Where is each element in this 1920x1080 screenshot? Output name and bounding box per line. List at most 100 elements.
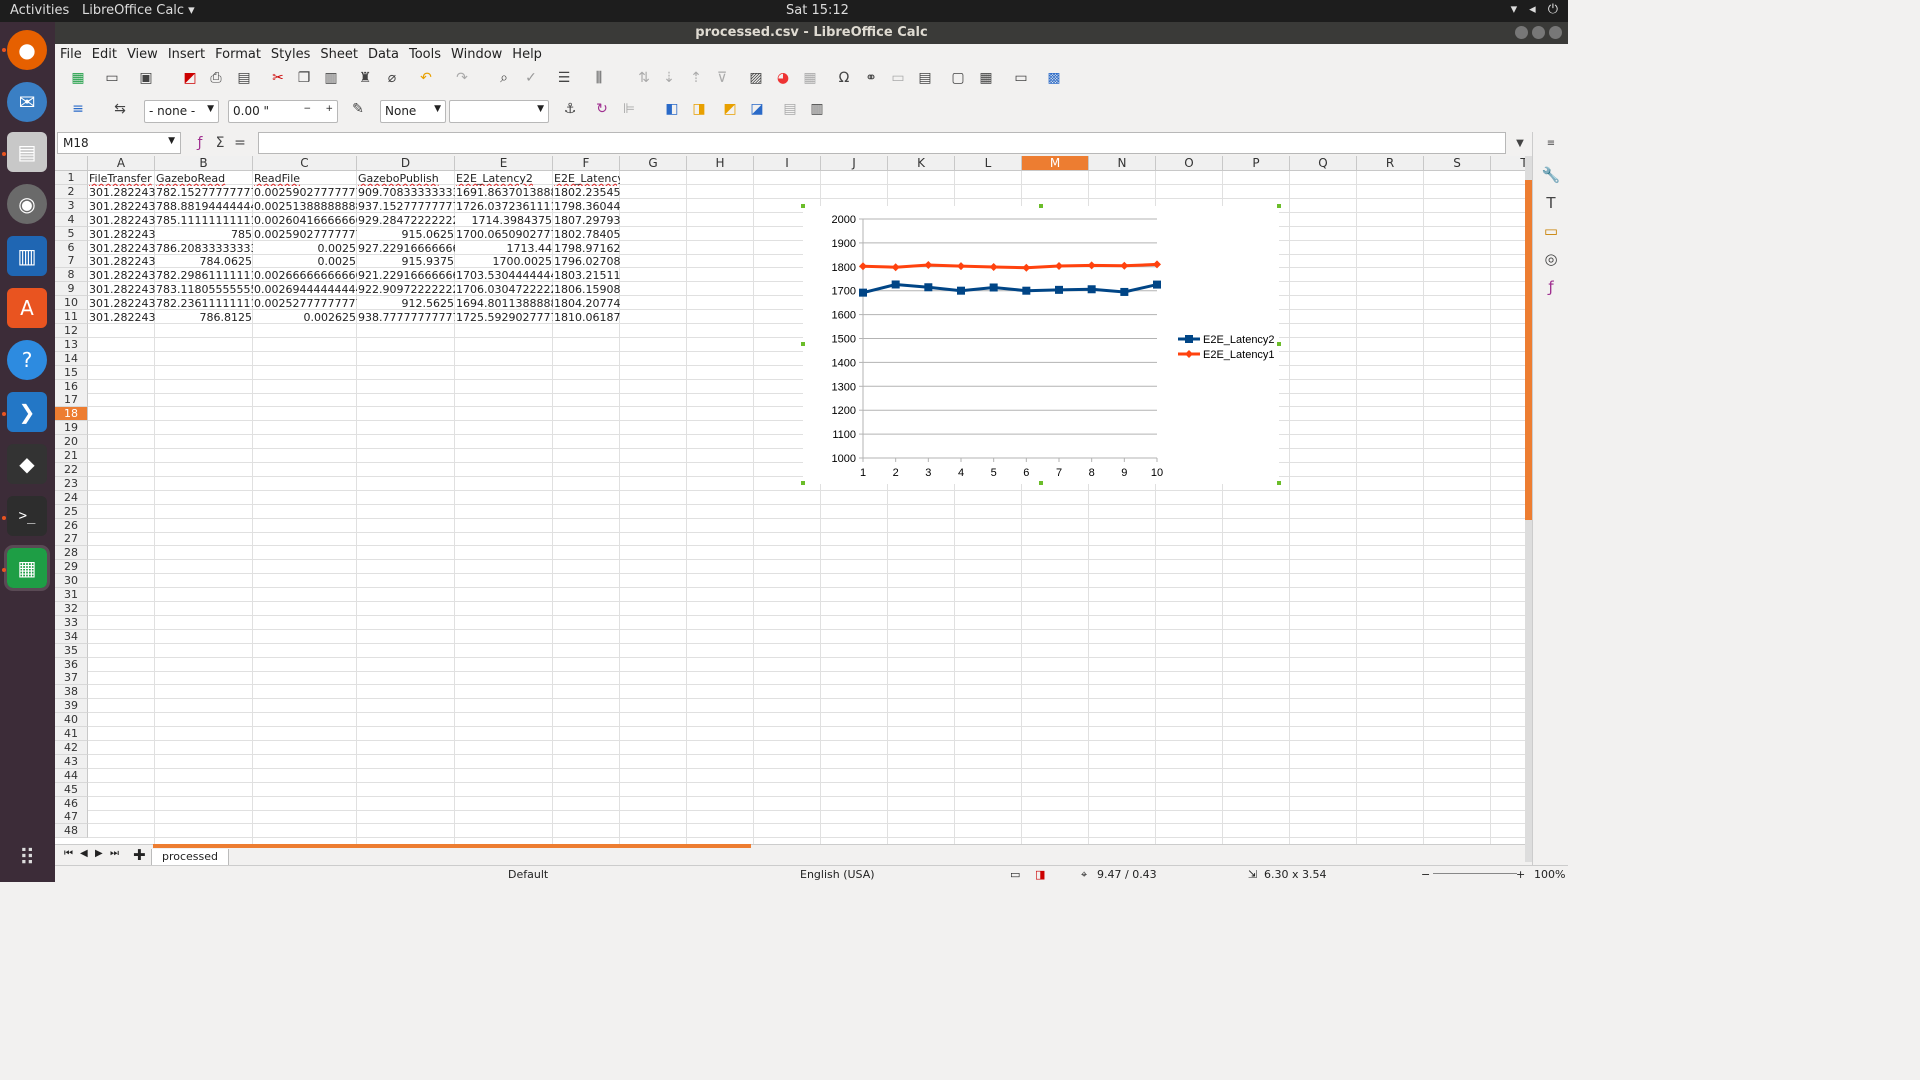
data-cell[interactable]: 1807.297934: [553, 214, 620, 228]
data-cell[interactable]: 786.208333333333: [155, 242, 253, 256]
column-header-j[interactable]: J: [821, 156, 888, 171]
row-header-28[interactable]: 28: [55, 546, 88, 561]
row-header-5[interactable]: 5: [55, 226, 88, 241]
column-header-l[interactable]: L: [955, 156, 1022, 171]
row-header-41[interactable]: 41: [55, 727, 88, 741]
line-style-select[interactable]: - none - ▼: [144, 100, 219, 123]
export-pdf-icon[interactable]: ◩: [179, 67, 201, 89]
header-cell[interactable]: GazeboPublish: [357, 172, 455, 186]
select-all-corner[interactable]: [55, 156, 88, 171]
column-header-s[interactable]: S: [1424, 156, 1491, 171]
column-header-m[interactable]: M: [1022, 156, 1089, 171]
data-cell[interactable]: 1726.03723611111: [455, 200, 553, 214]
row-header-44[interactable]: 44: [55, 768, 88, 783]
row-header-4[interactable]: 4: [55, 212, 88, 227]
data-cell[interactable]: 929.284722222222: [357, 214, 455, 228]
column-header-r[interactable]: R: [1357, 156, 1424, 171]
language[interactable]: English (USA): [800, 868, 875, 881]
sort-icon[interactable]: ⇅: [633, 67, 655, 89]
header-cell[interactable]: GazeboRead: [155, 172, 253, 186]
data-cell[interactable]: 301.282243: [88, 200, 155, 214]
row-header-17[interactable]: 17: [55, 393, 88, 408]
autofilter-icon[interactable]: ⊽: [711, 67, 733, 89]
data-cell[interactable]: 782.298611111111: [155, 269, 253, 283]
menu-tools[interactable]: Tools: [405, 44, 445, 66]
data-cell[interactable]: 786.8125: [155, 311, 253, 325]
row-header-34[interactable]: 34: [55, 629, 88, 644]
data-cell[interactable]: 1691.86370138889: [455, 186, 553, 200]
first-sheet-icon[interactable]: ⏮: [64, 848, 73, 859]
data-cell[interactable]: 921.229166666667: [357, 269, 455, 283]
data-cell[interactable]: 915.0625: [357, 228, 455, 242]
column-header-t[interactable]: T: [1491, 156, 1525, 171]
data-cell[interactable]: 301.282243: [88, 186, 155, 200]
expand-formula-icon[interactable]: ▼: [1509, 132, 1531, 154]
properties-icon[interactable]: 🔧: [1540, 166, 1562, 188]
chart-icon[interactable]: ◕: [772, 67, 794, 89]
selection-mode-icon[interactable]: ▭: [1010, 868, 1020, 881]
data-cell[interactable]: 1706.03047222222: [455, 283, 553, 297]
clear-formatting-icon[interactable]: ⌀: [381, 67, 403, 89]
row-header-48[interactable]: 48: [55, 824, 88, 839]
resize-handle[interactable]: [1038, 203, 1044, 209]
row-header-12[interactable]: 12: [55, 323, 88, 338]
find-replace-icon[interactable]: ⌕: [493, 67, 515, 89]
data-cell[interactable]: 0.002666666666667: [253, 269, 357, 283]
data-cell[interactable]: 1713.44: [455, 242, 553, 256]
menu-insert[interactable]: Insert: [164, 44, 209, 66]
row-header-15[interactable]: 15: [55, 365, 88, 380]
line-color-icon[interactable]: ✎: [347, 98, 369, 120]
column-header-f[interactable]: F: [553, 156, 620, 171]
menu-data[interactable]: Data: [364, 44, 403, 66]
sort-descending-icon[interactable]: ⇣: [658, 67, 680, 89]
menu-view[interactable]: View: [123, 44, 162, 66]
row-header-16[interactable]: 16: [55, 379, 88, 394]
row-header-29[interactable]: 29: [55, 560, 88, 575]
data-cell[interactable]: 784.0625: [155, 255, 253, 269]
column-header-a[interactable]: A: [88, 156, 155, 171]
row-header-46[interactable]: 46: [55, 796, 88, 811]
sublime-icon[interactable]: ◆: [7, 444, 47, 484]
data-cell[interactable]: 782.236111111111: [155, 297, 253, 311]
line-ends-icon[interactable]: ⇆: [109, 98, 131, 120]
column-header-g[interactable]: G: [620, 156, 687, 171]
calc-icon[interactable]: ▦: [4, 545, 50, 591]
resize-handle[interactable]: [1038, 480, 1044, 486]
special-character-icon[interactable]: Ω: [833, 67, 855, 89]
align-icon[interactable]: ⊫: [618, 98, 640, 120]
column-header-i[interactable]: I: [754, 156, 821, 171]
data-cell[interactable]: 1806.15908: [553, 283, 620, 297]
row-header-6[interactable]: 6: [55, 240, 88, 255]
split-window-icon[interactable]: ▭: [1010, 67, 1032, 89]
row-header-10[interactable]: 10: [55, 296, 88, 311]
data-cell[interactable]: 1694.80113888889: [455, 297, 553, 311]
resize-handle[interactable]: [800, 480, 806, 486]
define-print-area-icon[interactable]: ▢: [947, 67, 969, 89]
sum-icon[interactable]: Σ: [209, 132, 231, 154]
data-cell[interactable]: 782.152777777778: [155, 186, 253, 200]
row-header-11[interactable]: 11: [55, 310, 88, 324]
scroll-thumb[interactable]: [1525, 180, 1532, 520]
resize-handle[interactable]: [1276, 480, 1282, 486]
row-header-20[interactable]: 20: [55, 435, 88, 450]
data-cell[interactable]: 301.282243: [88, 242, 155, 256]
spreadsheet-grid[interactable]: ABCDEFGHIJKLMNOPQRST 1 2 3 4 5 6 7 8 9 10 11 12 13 14…: [55, 156, 1525, 862]
print-icon[interactable]: ⎙: [205, 67, 227, 89]
print-preview-icon[interactable]: ▤: [233, 67, 255, 89]
data-cell[interactable]: 1796.027087: [553, 255, 620, 269]
data-cell[interactable]: 301.282243: [88, 311, 155, 325]
rhythmbox-icon[interactable]: ◉: [7, 184, 47, 224]
zoom-in-icon[interactable]: +: [1516, 868, 1525, 881]
chart-object[interactable]: 2000 1900 1800 1700 1600 1500 1400 1300 1200 1100…: [803, 206, 1279, 484]
data-cell[interactable]: 1714.3984375: [455, 214, 553, 228]
column-header-p[interactable]: P: [1223, 156, 1290, 171]
row-header-30[interactable]: 30: [55, 574, 88, 589]
data-cell[interactable]: 301.282243: [88, 255, 155, 269]
header-cell[interactable]: E2E_Latency1: [553, 172, 620, 186]
pivot-table-icon[interactable]: ▦: [799, 67, 821, 89]
cut-icon[interactable]: ✂: [267, 67, 289, 89]
row-header-42[interactable]: 42: [55, 740, 88, 755]
menu-window[interactable]: Window: [447, 44, 506, 66]
row-header-9[interactable]: 9: [55, 282, 88, 297]
data-cell[interactable]: 0.0025: [253, 255, 357, 269]
